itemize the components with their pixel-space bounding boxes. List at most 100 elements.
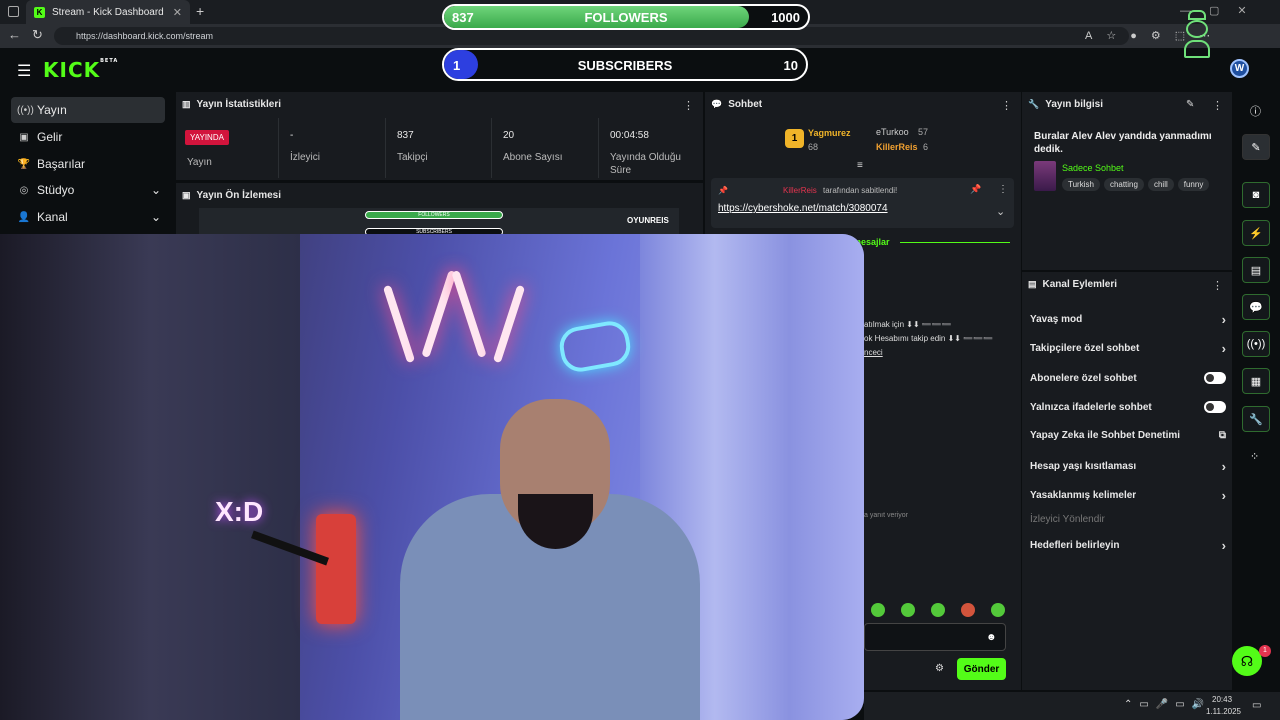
action-banned-words[interactable]: Yasaklanmış kelimeler ›	[1030, 488, 1226, 503]
emote-4[interactable]	[961, 603, 975, 617]
chat-line-3[interactable]: nceci	[864, 348, 883, 357]
layout-rail-icon[interactable]: ▦	[1242, 368, 1270, 394]
emote-5[interactable]	[991, 603, 1005, 617]
dots-rail-icon[interactable]: ⁘	[1250, 450, 1259, 463]
broadcast-rail-icon[interactable]: ((•))	[1242, 331, 1270, 357]
new-tab-button[interactable]: +	[196, 3, 204, 19]
sidebar-item-kanal[interactable]: 👤 Kanal ⌄	[11, 204, 165, 230]
camera-rail-icon[interactable]: ◙	[1242, 182, 1270, 208]
emote-2[interactable]	[901, 603, 915, 617]
edit-rail-button[interactable]: ✎	[1242, 134, 1270, 160]
subscribers-goal: 10	[783, 58, 798, 73]
help-button[interactable]: ☊	[1232, 646, 1262, 676]
webcam-overlay: X:D	[0, 234, 864, 720]
action-goals[interactable]: Hedefleri belirleyin ›	[1030, 538, 1226, 553]
followers-goal-bar: 837 FOLLOWERS 1000	[442, 4, 810, 30]
panel-separator	[1022, 270, 1232, 272]
chevron-right-icon: ›	[1221, 341, 1226, 356]
emote-3[interactable]	[931, 603, 945, 617]
action-account-age[interactable]: Hesap yaşı kısıtlaması ›	[1030, 459, 1226, 474]
chat-rail-icon[interactable]: 💬	[1242, 294, 1270, 320]
pinned-menu-icon[interactable]: ⋮	[998, 184, 1008, 195]
neon-gamepad	[556, 318, 634, 375]
lightning-rail-icon[interactable]: ⚡	[1242, 220, 1270, 246]
help-badge: 1	[1259, 645, 1271, 657]
tag: Turkish	[1062, 178, 1100, 191]
trophy-icon: 🏆	[17, 158, 31, 170]
leader-2-count: 57	[918, 127, 929, 137]
reload-icon[interactable]: ↻	[32, 27, 43, 43]
action-subscribers-only[interactable]: Abonelere özel sohbet	[1030, 372, 1226, 384]
actions-title: ▤ Kanal Eylemleri	[1028, 279, 1117, 290]
stream-title: Buralar Alev Alev yandıda yanmadımı dedi…	[1034, 131, 1212, 155]
wall-left	[0, 234, 300, 720]
edit-info-icon[interactable]: ✎	[1186, 99, 1194, 110]
stat-subscribers: 20 Abone Sayısı	[492, 118, 599, 178]
chevron-right-icon: ›	[1221, 488, 1226, 503]
chevron-down-icon: ⌄	[150, 210, 161, 224]
microphone	[316, 514, 356, 624]
tray-icons[interactable]: ⌃▭🎤▭🔊	[1124, 699, 1211, 710]
tools-rail-icon[interactable]: 🔧	[1242, 406, 1270, 432]
clock-date[interactable]: 1.11.2025	[1206, 707, 1241, 716]
tab-title: Stream - Kick Dashboard	[52, 6, 164, 18]
chat-menu-icon[interactable]: ⋮	[1001, 99, 1012, 112]
action-slow-mode[interactable]: Yavaş mod ›	[1030, 312, 1226, 327]
kick-logo[interactable]: KICKBETA	[43, 58, 118, 82]
send-button[interactable]: Gönder	[957, 658, 1006, 680]
tab-strip-icon[interactable]	[8, 6, 19, 17]
stat-yayin: YAYINDA Yayın	[176, 118, 279, 178]
action-followers-only[interactable]: Takipçilere özel sohbet ›	[1030, 341, 1226, 356]
pinned-expand-icon[interactable]: ⌄	[996, 205, 1005, 218]
category-name[interactable]: Sadece Sohbet	[1062, 163, 1124, 173]
emote-1[interactable]	[871, 603, 885, 617]
mini-brand: OYUNREIS	[627, 216, 669, 225]
chat-settings-icon[interactable]: ⚙	[935, 663, 944, 674]
sidebar-item-yayin[interactable]: ((•)) Yayın	[11, 97, 165, 123]
external-link-icon: ⧉	[1218, 430, 1226, 441]
menu-icon[interactable]: ☰	[17, 61, 31, 81]
sidebar-item-basarilar[interactable]: 🏆 Başarılar	[11, 151, 165, 177]
notification-icon[interactable]: ▭	[1252, 700, 1261, 711]
neon-xd-sign: X:D	[215, 496, 264, 527]
chevron-right-icon: ›	[1221, 312, 1226, 327]
wallet-icon: ▣	[19, 131, 29, 143]
clock-time[interactable]: 20:43	[1212, 695, 1232, 704]
pinned-by-text: tarafından sabitlendi!	[823, 186, 898, 195]
close-tab-icon[interactable]: ✕	[173, 6, 182, 19]
tag-list: Turkish chatting chill funny	[1062, 178, 1213, 191]
chat-input[interactable]	[864, 623, 1006, 651]
action-ai-moderation[interactable]: Yapay Zeka ile Sohbet Denetimi ⧉	[1030, 430, 1226, 441]
chat-title: 💬 Sohbet	[711, 99, 763, 110]
sidebar-item-gelir[interactable]: ▣ Gelir	[11, 124, 165, 150]
leader-1-name[interactable]: Yagmurez	[808, 128, 851, 138]
back-icon[interactable]: ←	[8, 27, 21, 42]
tag: chatting	[1103, 178, 1144, 191]
info-circle-icon[interactable]: ⓘ	[1250, 103, 1261, 119]
collapse-leaders-icon[interactable]: ≡	[857, 160, 863, 171]
chat-line-1: atılmak için ⬇⬇ ➖➖➖	[864, 320, 952, 329]
broadcast-icon: ((•))	[17, 104, 34, 116]
stats-title: ▥ Yayın İstatistikleri	[182, 99, 282, 110]
pinned-link[interactable]: https://cybershoke.net/match/3080074	[718, 203, 888, 214]
live-badge: YAYINDA	[185, 130, 229, 145]
user-avatar[interactable]: W	[1230, 59, 1249, 78]
followers-label: FOLLOWERS	[584, 10, 668, 25]
studio-icon: ◎	[19, 184, 29, 196]
chevron-down-icon: ⌄	[150, 183, 161, 197]
info-menu-icon[interactable]: ⋮	[1212, 99, 1223, 112]
stat-viewers: - İzleyici	[279, 118, 386, 178]
notes-rail-icon[interactable]: ▤	[1242, 257, 1270, 283]
unpin-icon[interactable]: 📌	[970, 184, 981, 195]
emoji-icon[interactable]: ☻	[986, 632, 997, 643]
wrench-icon: 🔧	[1028, 99, 1040, 109]
sidebar-item-studyo[interactable]: ◎ Stüdyo ⌄	[11, 177, 165, 203]
pinned-by-user[interactable]: KillerReis	[783, 186, 817, 195]
leader-2-name[interactable]: eTurkoo	[876, 127, 909, 137]
stats-menu-icon[interactable]: ⋮	[683, 99, 694, 112]
leader-3-name[interactable]: KillerReis	[876, 142, 918, 152]
info-title: 🔧 Yayın bilgisi	[1028, 99, 1104, 110]
actions-menu-icon[interactable]: ⋮	[1212, 279, 1223, 292]
action-emote-only[interactable]: Yalnızca ifadelerle sohbet	[1030, 401, 1226, 413]
browser-tab[interactable]: K Stream - Kick Dashboard ✕	[26, 0, 190, 24]
